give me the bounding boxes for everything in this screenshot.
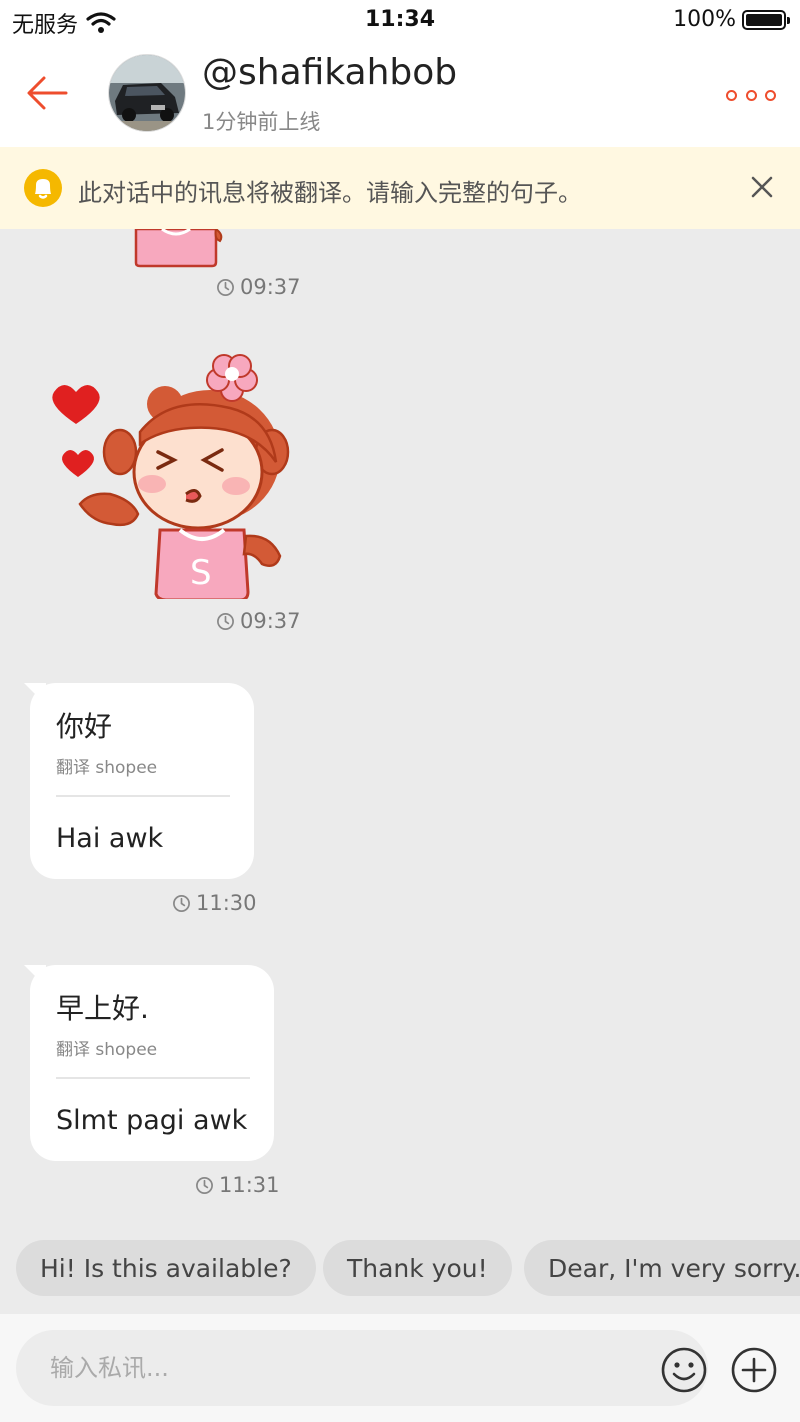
message-original-text: 早上好. — [56, 992, 149, 1025]
emoji-icon[interactable] — [660, 1346, 708, 1394]
message-timestamp: 11:30 — [172, 891, 257, 915]
battery-icon — [742, 9, 790, 30]
sticker[interactable]: S — [40, 344, 290, 599]
username: @shafikahbob — [202, 52, 458, 93]
avatar[interactable] — [108, 54, 186, 132]
message-time: 11:30 — [196, 891, 257, 915]
quick-replies: Hi! Is this available? Thank you! Dear, … — [0, 1240, 800, 1300]
clock-icon — [217, 612, 234, 630]
message-input-box — [16, 1330, 708, 1406]
message-translated-text: Hai awk — [56, 823, 164, 854]
translation-source-label: 翻译 shopee — [56, 758, 158, 778]
clock-icon — [217, 278, 234, 296]
status-bar: 无服务 11:34 100% — [0, 0, 800, 40]
back-arrow-icon — [27, 76, 68, 110]
message-input-bar — [0, 1314, 800, 1422]
battery-label: 100% — [673, 7, 736, 32]
quick-reply-chip[interactable]: Thank you! — [323, 1240, 512, 1296]
message-original-text: 你好 — [56, 710, 113, 743]
clock-icon — [196, 1176, 213, 1194]
chat-area[interactable]: 09:37 S 09:37 你好 翻译 shopee Hai awk 11:30… — [0, 229, 800, 1314]
back-button[interactable] — [22, 68, 72, 118]
message-divider — [56, 1077, 250, 1079]
translation-source-label: 翻译 shopee — [56, 1040, 158, 1060]
chat-header: @shafikahbob 1分钟前上线 — [0, 40, 800, 147]
bell-icon — [24, 169, 62, 207]
more-icon-dot — [765, 89, 776, 101]
last-online-status: 1分钟前上线 — [202, 110, 321, 134]
message-bubble[interactable]: 早上好. 翻译 shopee Slmt pagi awk — [30, 965, 274, 1161]
message-divider — [56, 795, 230, 797]
quick-reply-chip[interactable]: Dear, I'm very sorry.. — [524, 1240, 800, 1296]
message-timestamp: 09:37 — [216, 275, 301, 299]
avatar-image — [109, 55, 185, 131]
message-timestamp: 09:37 — [216, 609, 301, 633]
status-right: 100% — [673, 7, 790, 32]
more-icon-dot — [726, 89, 737, 101]
more-icon-dot — [745, 89, 757, 101]
sticker-letter: S — [190, 553, 212, 593]
message-translated-text: Slmt pagi awk — [56, 1105, 248, 1136]
battery-fill — [746, 13, 782, 26]
message-time: 11:31 — [219, 1173, 280, 1197]
translation-notice: 此对话中的讯息将被翻译。请输入完整的句子。 — [0, 147, 800, 229]
notice-text: 此对话中的讯息将被翻译。请输入完整的句子。 — [78, 179, 582, 207]
message-bubble[interactable]: 你好 翻译 shopee Hai awk — [30, 683, 254, 879]
message-time: 09:37 — [240, 609, 301, 633]
quick-reply-chip[interactable]: Hi! Is this available? — [16, 1240, 316, 1296]
sticker — [134, 229, 223, 268]
plus-icon[interactable] — [730, 1346, 778, 1394]
message-input[interactable] — [50, 1330, 630, 1406]
message-time: 09:37 — [240, 275, 301, 299]
more-options-button[interactable] — [726, 80, 776, 110]
close-icon[interactable] — [744, 169, 780, 205]
clock-icon — [173, 894, 190, 912]
message-timestamp: 11:31 — [195, 1173, 280, 1197]
